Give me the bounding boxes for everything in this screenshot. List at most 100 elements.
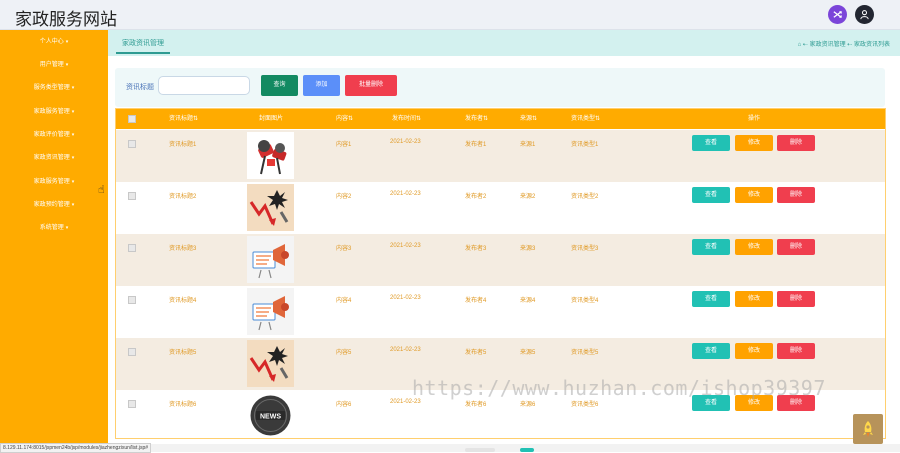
- chevron-down-icon: ▾: [71, 85, 75, 91]
- chevron-down-icon: ▾: [65, 225, 69, 231]
- cell-title: 资讯标题6: [169, 402, 197, 408]
- sidebar-item-service-type[interactable]: 服务类型管理 ▾: [0, 78, 108, 98]
- sidebar-item-appointment[interactable]: 家政预约管理 ▾: [0, 195, 108, 215]
- select-all-checkbox[interactable]: [128, 115, 136, 123]
- sidebar-item-personal-center[interactable]: 个人中心 ▾: [0, 32, 108, 52]
- breadcrumb-item[interactable]: 家政资讯管理: [810, 42, 846, 48]
- shuffle-icon[interactable]: [828, 5, 847, 24]
- sidebar: 个人中心 ▾ 用户管理 ▾ 服务类型管理 ▾ 家政服务管理 ▾ 家政评价管理 ▾ 家政资讯…: [0, 30, 108, 444]
- view-button[interactable]: 查看: [692, 187, 730, 203]
- cell-type: 资讯类型5: [571, 350, 599, 356]
- user-icon[interactable]: [855, 5, 874, 24]
- view-button[interactable]: 查看: [692, 343, 730, 359]
- row-checkbox[interactable]: [128, 244, 136, 252]
- cell-source: 来源6: [520, 402, 536, 408]
- cell-title: 资讯标题1: [169, 142, 197, 148]
- sidebar-item-label: 家政资讯管理: [33, 155, 70, 161]
- cell-source: 来源2: [520, 194, 536, 200]
- cell-date: 2021-02-23: [390, 191, 421, 197]
- row-checkbox[interactable]: [128, 296, 136, 304]
- delete-button[interactable]: 删除: [777, 343, 815, 359]
- search-panel: 资讯标题 查询 添加 批量删除: [115, 68, 885, 107]
- sidebar-item-housekeeping-service[interactable]: 家政服务管理 ▾: [0, 102, 108, 122]
- cell-type: 资讯类型1: [571, 142, 599, 148]
- cell-title: 资讯标题4: [169, 298, 197, 304]
- add-button[interactable]: 添加: [303, 75, 340, 96]
- cell-publisher: 发布者6: [465, 402, 487, 408]
- news-badge-image: NEWS: [247, 392, 294, 438]
- breadcrumb-item: 家政资讯列表: [853, 42, 890, 48]
- site-title: 家政服务网站: [15, 10, 117, 30]
- column-header[interactable]: 资讯标题⇅: [169, 109, 198, 129]
- breadcrumb-separator-icon: ⇠: [847, 42, 853, 48]
- sidebar-item-system[interactable]: 系统管理 ▾: [0, 218, 108, 238]
- watermark: https://www.huzhan.com/ishop39397: [412, 376, 826, 400]
- column-header[interactable]: 来源⇅: [520, 109, 537, 129]
- cell-content: 内容2: [336, 194, 352, 200]
- edit-button[interactable]: 修改: [735, 343, 773, 359]
- cell-content: 内容5: [336, 350, 352, 356]
- row-checkbox[interactable]: [128, 140, 136, 148]
- cell-content: 内容1: [336, 142, 352, 148]
- pagination-current-page[interactable]: [520, 448, 534, 452]
- delete-button[interactable]: 删除: [777, 239, 815, 255]
- query-button[interactable]: 查询: [261, 75, 298, 96]
- delete-button[interactable]: 删除: [777, 291, 815, 307]
- edit-button[interactable]: 修改: [735, 135, 773, 151]
- cell-publisher: 发布者2: [465, 194, 487, 200]
- chevron-down-icon: ▾: [71, 132, 75, 138]
- sidebar-item-user-management[interactable]: 用户管理 ▾: [0, 55, 108, 75]
- sidebar-item-housekeeping-service-2[interactable]: 家政服务管理 ▾: [0, 172, 108, 192]
- row-checkbox[interactable]: [128, 192, 136, 200]
- delete-button[interactable]: 删除: [777, 187, 815, 203]
- view-button[interactable]: 查看: [692, 135, 730, 151]
- row-checkbox[interactable]: [128, 400, 136, 408]
- cell-publisher: 发布者1: [465, 142, 487, 148]
- back-to-top-button[interactable]: [853, 414, 883, 444]
- sidebar-item-label: 家政评价管理: [33, 132, 70, 138]
- cell-date: 2021-02-23: [390, 139, 421, 145]
- microphone-image: [247, 132, 294, 179]
- column-header[interactable]: 内容⇅: [336, 109, 353, 129]
- table-row: 资讯标题2 内容2 2021-02-23 发布者2 来源2 资讯类型2 查看 修…: [116, 182, 885, 234]
- cell-type: 资讯类型4: [571, 298, 599, 304]
- news-badge-text: NEWS: [260, 414, 281, 421]
- batch-delete-button[interactable]: 批量删除: [345, 75, 397, 96]
- megaphone-image: [247, 236, 294, 283]
- view-button[interactable]: 查看: [692, 291, 730, 307]
- sidebar-item-news[interactable]: 家政资讯管理 ▾: [0, 148, 108, 168]
- search-input[interactable]: [158, 76, 250, 95]
- row-checkbox[interactable]: [128, 348, 136, 356]
- tab-news-management[interactable]: 家政资讯管理: [116, 35, 170, 54]
- column-header: 封面图片: [259, 116, 284, 122]
- edit-button[interactable]: 修改: [735, 187, 773, 203]
- cell-source: 来源3: [520, 246, 536, 252]
- home-icon[interactable]: ⌂: [798, 42, 802, 48]
- column-header[interactable]: 资讯类型⇅: [571, 109, 600, 129]
- cell-type: 资讯类型2: [571, 194, 599, 200]
- cell-source: 来源4: [520, 298, 536, 304]
- top-bar: 家政服务网站: [0, 0, 900, 30]
- sidebar-item-label: 用户管理: [39, 62, 64, 68]
- column-header[interactable]: 发布者⇅: [465, 109, 488, 129]
- edit-button[interactable]: 修改: [735, 291, 773, 307]
- table-header: 资讯标题⇅ 封面图片 内容⇅ 发布时间⇅ 发布者⇅ 来源⇅ 资讯类型⇅ 操作: [116, 109, 885, 129]
- cell-publisher: 发布者3: [465, 246, 487, 252]
- chevron-down-icon: ▾: [65, 62, 69, 68]
- view-button[interactable]: 查看: [692, 239, 730, 255]
- delete-button[interactable]: 删除: [777, 135, 815, 151]
- cell-source: 来源5: [520, 350, 536, 356]
- declining-chart-image: [247, 340, 294, 387]
- pagination-control[interactable]: [465, 448, 495, 452]
- cell-publisher: 发布者5: [465, 350, 487, 356]
- cell-content: 内容4: [336, 298, 352, 304]
- chevron-down-icon: ▾: [71, 155, 75, 161]
- sidebar-item-evaluation[interactable]: 家政评价管理 ▾: [0, 125, 108, 145]
- cell-date: 2021-02-23: [390, 243, 421, 249]
- sidebar-item-label: 个人中心: [39, 39, 64, 45]
- edit-button[interactable]: 修改: [735, 239, 773, 255]
- cell-source: 来源1: [520, 142, 536, 148]
- cell-type: 资讯类型3: [571, 246, 599, 252]
- breadcrumb-separator-icon: ⇠: [802, 42, 808, 48]
- column-header[interactable]: 发布时间⇅: [392, 109, 421, 129]
